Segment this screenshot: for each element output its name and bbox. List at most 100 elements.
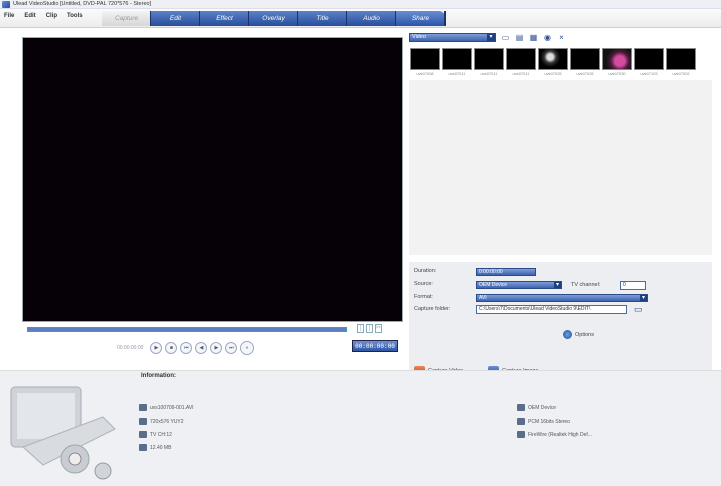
tv-channel-input[interactable]: 0 bbox=[620, 281, 646, 290]
end-icon[interactable]: ⏭ bbox=[225, 342, 238, 354]
cut-icon[interactable]: ✂ bbox=[375, 324, 382, 333]
info-input-value: FireWire (Realtek High Def... bbox=[528, 431, 592, 438]
duration-field[interactable]: 0:00:00:00 bbox=[476, 268, 536, 276]
tab-share[interactable]: Share bbox=[396, 11, 446, 26]
step-tabs: Capture Edit Effect Overlay Title Audio … bbox=[102, 9, 446, 28]
trim-controls: [ ] ✂ bbox=[357, 324, 382, 333]
clip-name: uvs07025 bbox=[544, 71, 562, 76]
clip-name: uvs07026 bbox=[576, 71, 594, 76]
info-channel-value: TV CH:12 bbox=[150, 431, 172, 438]
tab-capture[interactable]: Capture bbox=[102, 11, 152, 26]
info-file: uvs100709-001.AVI bbox=[139, 404, 194, 411]
clip-thumbnail bbox=[410, 48, 440, 70]
file-icon bbox=[139, 404, 147, 411]
play-icon[interactable]: ▶ bbox=[150, 342, 163, 354]
tab-edit[interactable]: Edit bbox=[151, 11, 201, 26]
app-logo-icon bbox=[2, 0, 10, 8]
close-icon[interactable]: × bbox=[556, 32, 567, 43]
clip-name: uvs07030 bbox=[608, 71, 626, 76]
library-category-select[interactable]: Video bbox=[409, 33, 496, 42]
main-menu: File Edit Clip Tools bbox=[4, 13, 83, 19]
clip-name: uvs07011 bbox=[480, 71, 498, 76]
library-clips: uvs07008 uvs07011 uvs07011 uvs07011 uvs0… bbox=[410, 48, 696, 76]
menu-bar: File Edit Clip Tools Capture Edit Effect… bbox=[0, 9, 721, 28]
options-icon[interactable]: ◉ bbox=[542, 32, 553, 43]
clip-thumbnail bbox=[602, 48, 632, 70]
info-resolution: 720x576 YUY2 bbox=[139, 418, 184, 425]
library-clip[interactable]: uvs07026 bbox=[570, 48, 600, 76]
browse-folder-icon[interactable]: ▭ bbox=[634, 304, 643, 315]
clip-thumbnail bbox=[474, 48, 504, 70]
disk-icon bbox=[139, 444, 147, 451]
clip-name: uvs07008 bbox=[416, 71, 434, 76]
volume-icon[interactable]: ◐ bbox=[240, 341, 255, 355]
library-toolbar: ▭ ▤ ▦ ◉ × bbox=[500, 32, 567, 43]
menu-tools[interactable]: Tools bbox=[67, 13, 83, 19]
window-title: Ulead VideoStudio [Untitled, DVD-PAL 720… bbox=[13, 1, 152, 7]
tv-icon bbox=[139, 431, 147, 438]
mark-in-icon[interactable]: [ bbox=[357, 324, 364, 333]
resolution-icon bbox=[139, 418, 147, 425]
stop-icon[interactable]: ■ bbox=[165, 342, 178, 354]
import-icon[interactable]: ▤ bbox=[514, 32, 525, 43]
input-icon bbox=[517, 431, 525, 438]
info-audio: PCM 16bits Stereo bbox=[517, 418, 570, 425]
duration-label: Duration: bbox=[414, 268, 437, 274]
menu-file[interactable]: File bbox=[4, 13, 14, 19]
clip-thumbnail bbox=[570, 48, 600, 70]
capture-folder-input[interactable]: C:\Users\7\Documents\Ulead VideoStudio 9… bbox=[476, 305, 627, 314]
capture-folder-label: Capture folder: bbox=[414, 306, 451, 312]
library-clip[interactable]: uvs07103 bbox=[634, 48, 664, 76]
preview-window[interactable] bbox=[22, 37, 403, 322]
info-file-name: uvs100709-001.AVI bbox=[150, 404, 194, 411]
tab-audio[interactable]: Audio bbox=[347, 11, 397, 26]
timecode-display[interactable]: 00:00:00:00 bbox=[352, 340, 398, 352]
tab-effect[interactable]: Effect bbox=[200, 11, 250, 26]
clip-name: uvs07011 bbox=[448, 71, 466, 76]
source-label: Source: bbox=[414, 281, 433, 287]
menu-edit[interactable]: Edit bbox=[24, 13, 35, 19]
previous-frame-icon[interactable]: ◀ bbox=[195, 342, 208, 354]
library-manager-icon[interactable]: ▦ bbox=[528, 32, 539, 43]
library-clip[interactable]: uvs07008 bbox=[410, 48, 440, 76]
tab-overlay[interactable]: Overlay bbox=[249, 11, 299, 26]
clip-name: uvs07002 bbox=[672, 71, 690, 76]
info-size: 12.40 MB bbox=[139, 444, 171, 451]
library-clip[interactable]: uvs07011 bbox=[442, 48, 472, 76]
tab-title[interactable]: Title bbox=[298, 11, 348, 26]
info-resolution-value: 720x576 YUY2 bbox=[150, 418, 184, 425]
info-audio-value: PCM 16bits Stereo bbox=[528, 418, 570, 425]
capture-settings-panel bbox=[409, 262, 712, 382]
audio-icon bbox=[517, 418, 525, 425]
options-label: Options bbox=[575, 331, 594, 338]
options-globe-icon bbox=[563, 330, 572, 339]
menu-clip[interactable]: Clip bbox=[46, 13, 57, 19]
clip-thumbnail bbox=[666, 48, 696, 70]
title-bar: Ulead VideoStudio [Untitled, DVD-PAL 720… bbox=[0, 0, 721, 9]
library-panel bbox=[409, 80, 712, 255]
library-clip[interactable]: uvs07025 bbox=[538, 48, 568, 76]
clip-thumbnail bbox=[634, 48, 664, 70]
next-frame-icon[interactable]: ▶ bbox=[210, 342, 223, 354]
library-clip[interactable]: uvs07011 bbox=[506, 48, 536, 76]
information-title: Information: bbox=[141, 373, 176, 379]
folder-icon[interactable]: ▭ bbox=[500, 32, 511, 43]
source-select[interactable]: OEM Device bbox=[476, 281, 562, 289]
library-clip[interactable]: uvs07011 bbox=[474, 48, 504, 76]
clip-thumbnail bbox=[442, 48, 472, 70]
clip-name: uvs07011 bbox=[512, 71, 530, 76]
info-size-value: 12.40 MB bbox=[150, 444, 172, 451]
playback-controls: 00:00:00:00 ▶ ■ ⏮ ◀ ▶ ⏭ ◐ bbox=[117, 341, 255, 355]
scrubber-bar[interactable] bbox=[27, 327, 347, 332]
format-select[interactable]: AVI bbox=[476, 294, 648, 302]
options-button[interactable]: Options bbox=[563, 330, 594, 339]
home-icon[interactable]: ⏮ bbox=[180, 342, 193, 354]
info-input: FireWire (Realtek High Def... bbox=[517, 431, 592, 438]
clip-name: uvs07103 bbox=[640, 71, 658, 76]
clip-thumbnail bbox=[506, 48, 536, 70]
library-clip[interactable]: uvs07030 bbox=[602, 48, 632, 76]
mark-out-icon[interactable]: ] bbox=[366, 324, 373, 333]
library-clip[interactable]: uvs07002 bbox=[666, 48, 696, 76]
info-channel: TV CH:12 bbox=[139, 431, 172, 438]
tv-channel-label: TV channel: bbox=[571, 282, 601, 288]
